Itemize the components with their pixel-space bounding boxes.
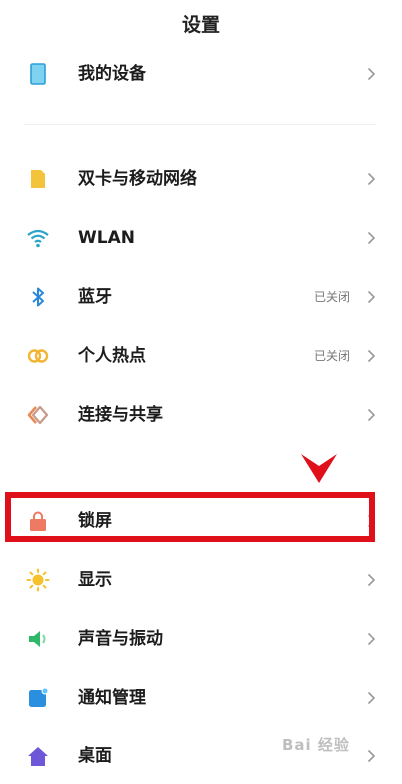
hotspot-status: 已关闭: [313, 349, 350, 363]
notification-icon: [29, 687, 49, 707]
chevron-right-icon: [367, 632, 376, 646]
hotspot-icon: [27, 349, 49, 363]
settings-item-label: 声音与振动: [78, 629, 163, 649]
settings-item-lock-screen[interactable]: 锁屏: [0, 493, 402, 549]
brightness-icon: [26, 568, 50, 592]
share-icon: [27, 405, 49, 425]
chevron-right-icon: [367, 573, 376, 587]
chevron-right-icon: [367, 290, 376, 304]
settings-item-label: 连接与共享: [78, 405, 163, 425]
settings-item-my-device[interactable]: 我的设备: [0, 46, 402, 102]
bluetooth-icon: [32, 287, 44, 307]
settings-item-label: 双卡与移动网络: [78, 169, 197, 189]
chevron-right-icon: [367, 408, 376, 422]
settings-item-sound-vibration[interactable]: 声音与振动: [0, 611, 402, 667]
settings-item-display[interactable]: 显示: [0, 552, 402, 608]
watermark: Bai 经验: [282, 736, 350, 754]
phone-icon: [30, 63, 46, 85]
settings-item-bluetooth[interactable]: 蓝牙 已关闭: [0, 269, 402, 325]
settings-item-notifications[interactable]: 通知管理: [0, 670, 402, 726]
settings-item-label: 锁屏: [78, 511, 112, 531]
settings-item-wlan[interactable]: WLAN: [0, 210, 402, 266]
chevron-right-icon: [367, 749, 376, 763]
speaker-icon: [29, 631, 46, 647]
chevron-right-icon: [367, 349, 376, 363]
chevron-right-icon: [367, 514, 376, 528]
wifi-icon: [27, 229, 49, 248]
chevron-right-icon: [367, 172, 376, 186]
settings-item-label: 通知管理: [78, 688, 146, 708]
settings-item-sim-network[interactable]: 双卡与移动网络: [0, 151, 402, 207]
settings-item-label: 我的设备: [78, 64, 146, 84]
settings-item-connection-sharing[interactable]: 连接与共享: [0, 387, 402, 443]
settings-item-label: 桌面: [78, 746, 112, 766]
sim-card-icon: [31, 170, 45, 188]
lock-icon: [30, 511, 46, 531]
annotation-arrow-icon: [301, 454, 337, 483]
bluetooth-status: 已关闭: [313, 290, 350, 304]
settings-item-label: 蓝牙: [78, 287, 112, 307]
chevron-right-icon: [367, 691, 376, 705]
section-divider: [24, 124, 376, 125]
chevron-right-icon: [367, 231, 376, 245]
settings-item-label: 个人热点: [78, 346, 146, 366]
page-title: 设置: [181, 14, 220, 36]
settings-item-label: WLAN: [78, 228, 135, 248]
settings-item-hotspot[interactable]: 个人热点 已关闭: [0, 328, 402, 384]
home-icon: [28, 747, 48, 766]
settings-item-label: 显示: [78, 570, 112, 590]
chevron-right-icon: [367, 67, 376, 81]
